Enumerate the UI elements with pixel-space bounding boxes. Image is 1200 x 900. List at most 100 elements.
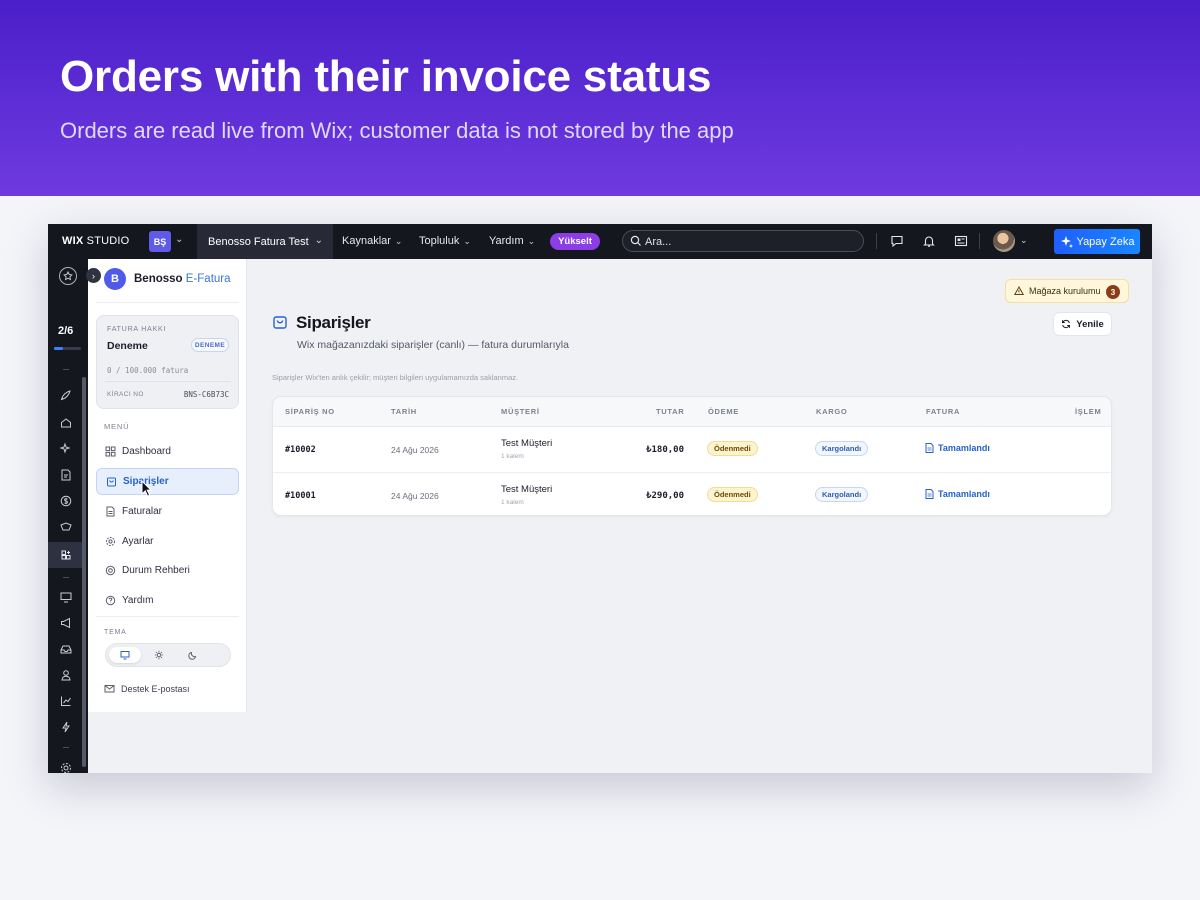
tenant-id: BNS-C6B73C	[183, 390, 229, 399]
app-window: WIX STUDIO BŞ ⌄ Benosso Fatura Test ⌄ Ka…	[48, 224, 1152, 773]
ai-button[interactable]: Yapay Zeka	[1054, 229, 1140, 254]
megaphone-icon[interactable]	[59, 616, 73, 630]
divider	[876, 233, 877, 249]
collapse-sidebar-button[interactable]: ›	[86, 268, 101, 283]
column-header[interactable]: SİPARİŞ NO	[285, 407, 335, 416]
gear-icon	[106, 537, 115, 546]
inbox-icon[interactable]	[59, 642, 73, 656]
tenant-label: KİRACI NO	[107, 391, 144, 398]
help-icon	[105, 595, 116, 606]
grid-icon	[105, 446, 116, 457]
store-setup-button[interactable]: Mağaza kurulumu 3	[1005, 279, 1129, 303]
invoice-status-link[interactable]: Tamamlandı	[925, 443, 990, 453]
refresh-button[interactable]: Yenile	[1053, 312, 1112, 336]
sidebar-item-label: Ayarlar	[122, 536, 154, 547]
sidebar-item-status-guide[interactable]: Durum Rehberi	[96, 557, 239, 584]
order-amount: ₺180,00	[646, 445, 684, 455]
workspace-badge[interactable]: BŞ	[149, 231, 171, 252]
sidebar-item-invoices[interactable]: Faturalar	[96, 498, 239, 525]
rail-scrollbar[interactable]	[82, 377, 86, 767]
rocket-icon[interactable]	[59, 389, 73, 403]
monitor-icon	[120, 651, 130, 660]
chevron-down-icon: ⌄	[527, 236, 536, 246]
table-row[interactable]: #10002 24 Ağu 2026 Test Müşteri 1 kalem …	[273, 427, 1111, 472]
sparkle-icon	[1060, 235, 1073, 248]
sidebar-item-label: Durum Rehberi	[122, 565, 190, 576]
item-count: 1 kalem	[501, 453, 524, 460]
chevron-down-icon[interactable]: ⌄	[175, 234, 183, 245]
news-icon[interactable]	[954, 234, 968, 248]
order-id[interactable]: #10002	[285, 445, 316, 455]
avatar[interactable]	[993, 230, 1015, 252]
star-icon[interactable]	[59, 267, 77, 285]
search-bar[interactable]	[622, 230, 864, 252]
site-selector[interactable]: Benosso Fatura Test ⌄	[197, 224, 333, 259]
monitor-icon[interactable]	[59, 590, 73, 604]
chart-icon[interactable]	[59, 694, 73, 708]
upgrade-button[interactable]: Yükselt	[550, 233, 600, 250]
setup-progress[interactable]: 2/6	[58, 325, 73, 337]
sidebar-item-settings[interactable]: Ayarlar	[96, 528, 239, 555]
column-header[interactable]: FATURA	[926, 407, 960, 416]
orders-table: SİPARİŞ NO TARİH MÜŞTERİ TUTAR ÖDEME KAR…	[272, 396, 1112, 516]
column-header[interactable]: TARİH	[391, 407, 417, 416]
chevron-down-icon: ⌄	[463, 236, 471, 246]
quota-label: FATURA HAKKI	[107, 326, 167, 333]
column-header[interactable]: ÖDEME	[708, 407, 739, 416]
chevron-down-icon[interactable]: ⌄	[1020, 235, 1028, 246]
main-content: Mağaza kurulumu 3 Siparişler Wix mağazan…	[248, 259, 1152, 773]
column-header[interactable]: TUTAR	[656, 407, 684, 416]
home-icon[interactable]	[59, 416, 73, 430]
theme-light-option[interactable]	[143, 647, 175, 663]
apps-icon[interactable]	[59, 548, 73, 562]
document-icon	[106, 506, 115, 517]
sparkle-icon[interactable]	[59, 442, 73, 456]
search-input[interactable]	[645, 234, 845, 249]
moon-icon	[188, 651, 197, 660]
mail-icon	[104, 685, 115, 693]
payment-status-badge: Ödenmedi	[707, 487, 758, 502]
order-date: 24 Ağu 2026	[391, 491, 439, 501]
left-rail: 2/6	[48, 259, 88, 773]
bell-icon[interactable]	[922, 234, 936, 248]
nav-help[interactable]: Yardım ⌄	[489, 235, 535, 247]
invoice-icon[interactable]	[59, 468, 73, 482]
sun-icon	[154, 650, 164, 660]
column-header[interactable]: KARGO	[816, 407, 847, 416]
badge-icon[interactable]	[59, 520, 73, 534]
search-icon	[630, 235, 641, 246]
page-title: Siparişler	[296, 313, 371, 332]
nav-resources[interactable]: Kaynaklar ⌄	[342, 235, 402, 247]
sidebar-item-dashboard[interactable]: Dashboard	[96, 438, 239, 465]
automation-icon[interactable]	[59, 720, 73, 734]
customer-name: Test Müşteri	[501, 438, 553, 449]
column-header[interactable]: İŞLEM	[1075, 407, 1101, 416]
invoice-status-link[interactable]: Tamamlandı	[925, 489, 990, 499]
wix-studio-logo[interactable]: WIX STUDIO	[62, 235, 129, 247]
divider	[979, 233, 980, 249]
users-icon[interactable]	[59, 668, 73, 682]
setup-progress-bar	[54, 347, 81, 350]
app-sidebar: › B Benosso E-Fatura FATURA HAKKI Deneme…	[86, 259, 247, 712]
site-name: Benosso Fatura Test	[208, 235, 309, 248]
page-subtitle: Wix mağazanızdaki siparişler (canlı) — f…	[297, 339, 569, 351]
privacy-note: Siparişler Wix'ten anlık çekilir; müşter…	[272, 373, 519, 382]
support-email-link[interactable]: Destek E-postası	[104, 683, 190, 694]
gear-icon[interactable]	[59, 761, 73, 773]
chevron-down-icon: ⌄	[394, 236, 403, 246]
lifebuoy-icon	[105, 565, 116, 576]
dollar-icon[interactable]	[59, 494, 73, 508]
nav-community[interactable]: Topluluk ⌄	[419, 235, 471, 247]
order-id[interactable]: #10001	[285, 491, 316, 501]
document-icon	[925, 489, 934, 499]
theme-system-option[interactable]	[109, 647, 141, 663]
table-row[interactable]: #10001 24 Ağu 2026 Test Müşteri 1 kalem …	[273, 472, 1111, 515]
table-header: SİPARİŞ NO TARİH MÜŞTERİ TUTAR ÖDEME KAR…	[273, 397, 1111, 427]
chat-icon[interactable]	[890, 234, 904, 248]
theme-dark-option[interactable]	[177, 647, 209, 663]
column-header[interactable]: MÜŞTERİ	[501, 407, 540, 416]
theme-switcher	[105, 643, 231, 667]
sidebar-item-help[interactable]: Yardım	[96, 587, 239, 614]
sidebar-item-orders[interactable]: Siparişler	[96, 468, 239, 495]
order-date: 24 Ağu 2026	[391, 445, 439, 455]
